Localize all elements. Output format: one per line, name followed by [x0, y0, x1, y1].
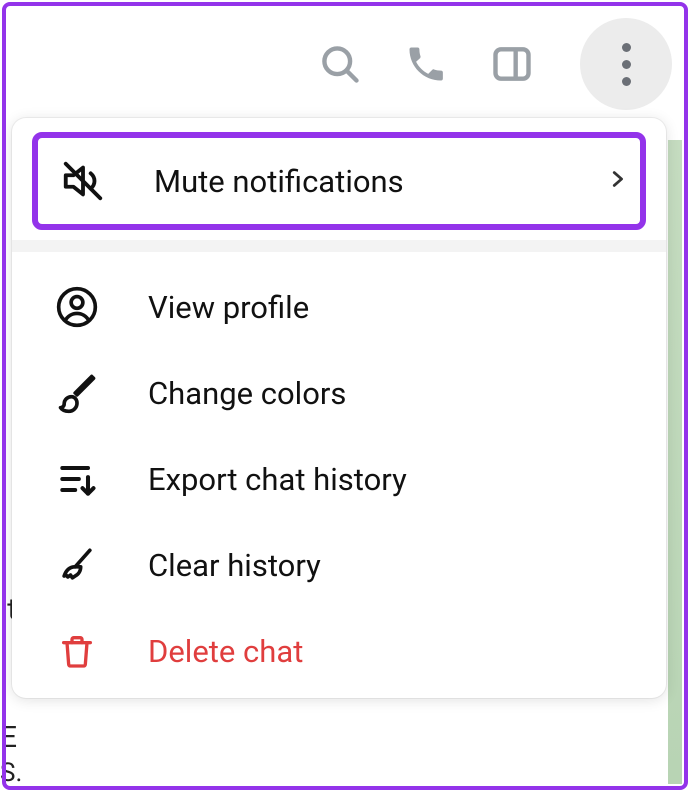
annotation-outer-frame	[2, 2, 688, 790]
